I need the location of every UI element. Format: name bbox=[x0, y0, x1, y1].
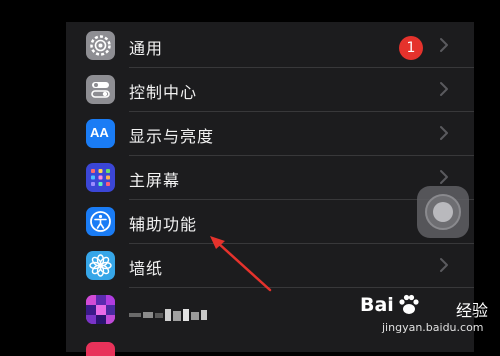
watermark-suffix: 经验 bbox=[456, 301, 489, 320]
baidu-watermark: Bai 经验 jingyan.baidu.com bbox=[356, 290, 500, 347]
paw-icon bbox=[399, 294, 419, 314]
watermark-url: jingyan.baidu.com bbox=[382, 321, 484, 334]
watermark-brand: Bai bbox=[360, 294, 394, 316]
